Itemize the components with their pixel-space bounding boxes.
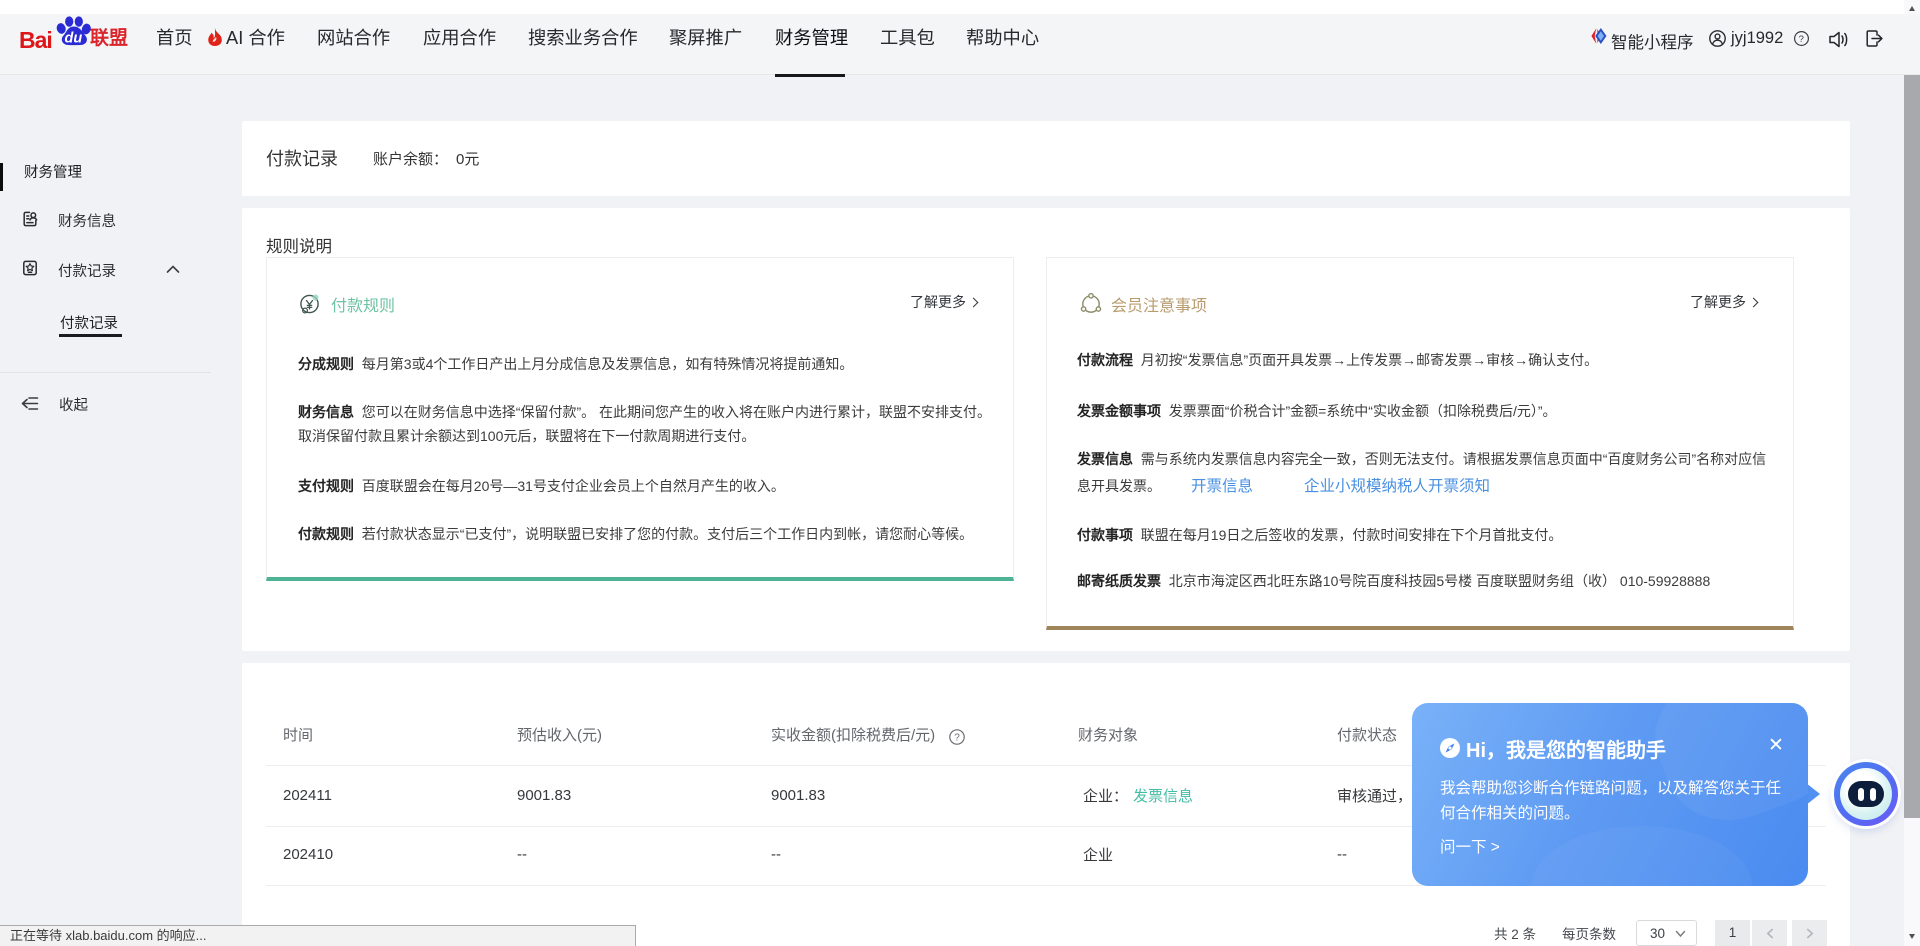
svg-text:du: du (65, 31, 83, 47)
svg-text:?: ? (954, 733, 960, 744)
svg-text:?: ? (1799, 34, 1804, 45)
